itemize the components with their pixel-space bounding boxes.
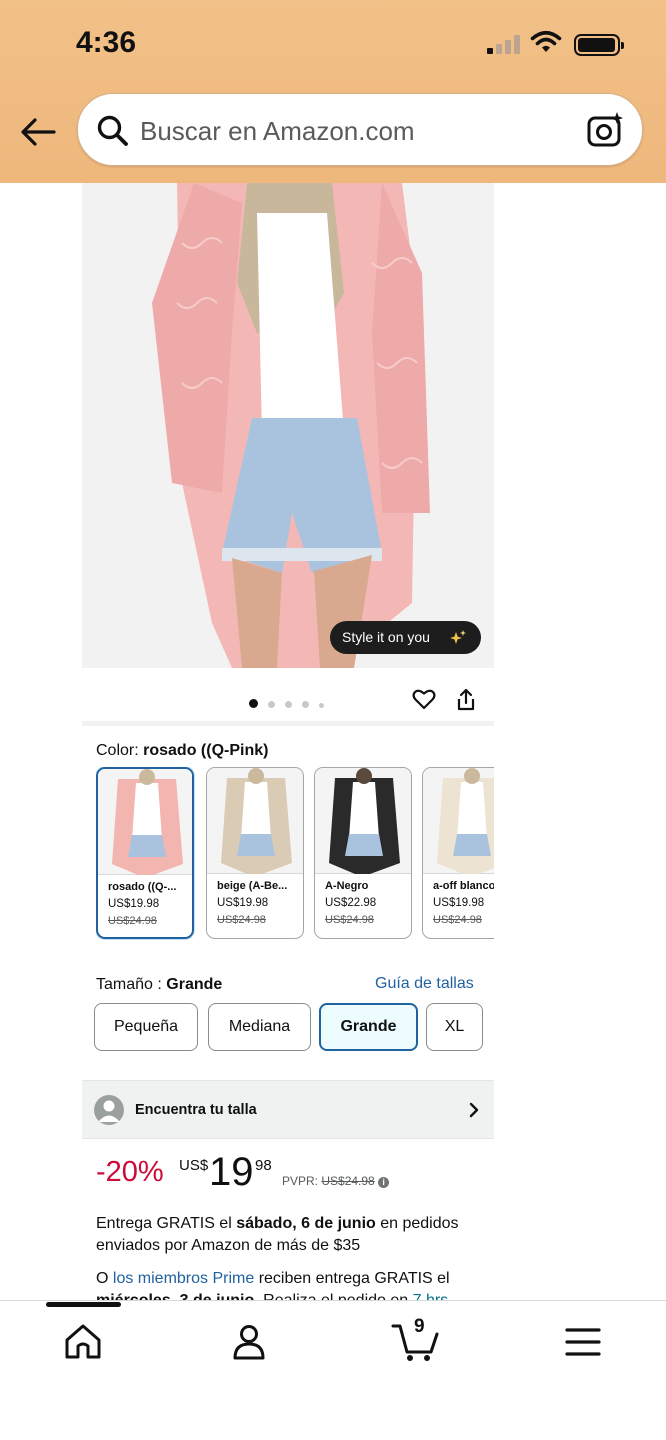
color-selected-value: rosado ((Q-Pink) <box>143 742 269 759</box>
style-button-label: Style it on you <box>342 629 430 645</box>
size-guide-link[interactable]: Guía de tallas <box>375 975 474 993</box>
swatch-price: US$19.98 <box>433 897 485 909</box>
swatch-old-price: US$24.98 <box>108 915 157 927</box>
pvpr-value: US$24.98 <box>321 1174 375 1188</box>
swatch-thumbnail <box>423 768 494 874</box>
search-bar[interactable] <box>77 93 643 166</box>
color-label: Color: rosado ((Q-Pink) <box>96 742 268 760</box>
swatch-thumbnail <box>315 768 411 874</box>
list-price: PVPR: US$24.98 i <box>282 1174 390 1188</box>
search-input[interactable] <box>140 114 570 148</box>
sparkle-icon <box>450 630 466 644</box>
carousel-dot[interactable] <box>249 699 258 708</box>
swatch-thumbnail <box>207 768 303 874</box>
account-icon[interactable] <box>227 1320 271 1364</box>
prime-members-link[interactable]: los miembros Prime <box>113 1270 254 1287</box>
size-option-mediana[interactable]: Mediana <box>208 1003 311 1051</box>
swatch-name: a-off blanco <box>433 880 494 892</box>
swatch-thumbnail <box>98 769 192 875</box>
pvpr-label: PVPR: <box>282 1174 322 1188</box>
color-swatch-off-blanco[interactable]: a-off blanco US$19.98 US$24.98 <box>422 767 494 939</box>
camera-search-icon[interactable] <box>586 110 626 150</box>
image-carousel-dots[interactable] <box>249 695 334 708</box>
size-option-xl[interactable]: XL <box>426 1003 483 1051</box>
color-label-prefix: Color: <box>96 742 144 759</box>
price-currency: US$ <box>179 1157 209 1174</box>
find-your-size-row[interactable]: Encuentra tu talla <box>82 1080 494 1139</box>
search-icon <box>97 115 128 146</box>
back-arrow-icon[interactable] <box>18 112 58 152</box>
carousel-dot[interactable] <box>302 701 309 708</box>
find-size-label: Encuentra tu talla <box>135 1102 257 1118</box>
user-avatar-icon <box>94 1095 124 1125</box>
status-time: 4:36 <box>76 26 137 59</box>
swatch-old-price: US$24.98 <box>217 914 266 926</box>
battery-icon <box>574 34 624 56</box>
swatch-name: beige (A-Be... <box>217 880 288 892</box>
home-icon[interactable] <box>61 1320 105 1364</box>
swatch-price: US$19.98 <box>108 898 160 910</box>
delivery-text-1: Entrega GRATIS el <box>96 1215 237 1232</box>
price-whole: 19 <box>209 1150 254 1194</box>
carousel-dot[interactable] <box>268 701 275 708</box>
price-fraction: 98 <box>255 1157 272 1174</box>
swatch-price: US$22.98 <box>325 897 377 909</box>
header: 4:36 <box>0 0 666 183</box>
color-swatch-rosado[interactable]: rosado ((Q-... US$19.98 US$24.98 <box>96 767 194 939</box>
swatch-name: rosado ((Q-... <box>108 881 177 893</box>
cart-count-badge: 9 <box>414 1316 425 1337</box>
size-option-pequena[interactable]: Pequeña <box>94 1003 198 1051</box>
prime-text-2: reciben entrega GRATIS el <box>254 1270 450 1287</box>
cellular-signal-icon <box>487 34 521 54</box>
section-divider <box>82 721 494 726</box>
swatch-price: US$19.98 <box>217 897 269 909</box>
active-tab-indicator <box>46 1302 121 1307</box>
info-icon[interactable]: i <box>378 1177 390 1188</box>
size-label: Tamaño : Grande <box>96 976 222 994</box>
share-icon[interactable] <box>455 688 477 712</box>
color-swatch-beige[interactable]: beige (A-Be... US$19.98 US$24.98 <box>206 767 304 939</box>
size-selected-value: Grande <box>166 976 223 993</box>
color-swatch-negro[interactable]: A-Negro US$22.98 US$24.98 <box>314 767 412 939</box>
size-label-prefix: Tamaño : <box>96 976 167 993</box>
swatch-name: A-Negro <box>325 880 369 892</box>
carousel-dot[interactable] <box>319 703 324 708</box>
wifi-icon <box>530 30 562 52</box>
delivery-info: Entrega GRATIS el sábado, 6 de junio en … <box>96 1213 486 1257</box>
discount-percent: -20% <box>96 1156 164 1188</box>
heart-icon[interactable] <box>412 687 436 711</box>
product-photo <box>82 183 494 668</box>
style-it-on-you-button[interactable]: Style it on you <box>330 621 481 654</box>
size-option-grande[interactable]: Grande <box>319 1003 418 1051</box>
carousel-dot[interactable] <box>285 701 292 708</box>
prime-text-1: O <box>96 1270 113 1287</box>
color-swatches: rosado ((Q-... US$19.98 US$24.98 beige (… <box>96 767 494 943</box>
menu-icon[interactable] <box>561 1320 605 1364</box>
swatch-old-price: US$24.98 <box>433 914 482 926</box>
swatch-old-price: US$24.98 <box>325 914 374 926</box>
delivery-date: sábado, 6 de junio <box>236 1215 376 1232</box>
product-image[interactable] <box>82 183 494 668</box>
chevron-right-icon <box>469 1102 479 1118</box>
